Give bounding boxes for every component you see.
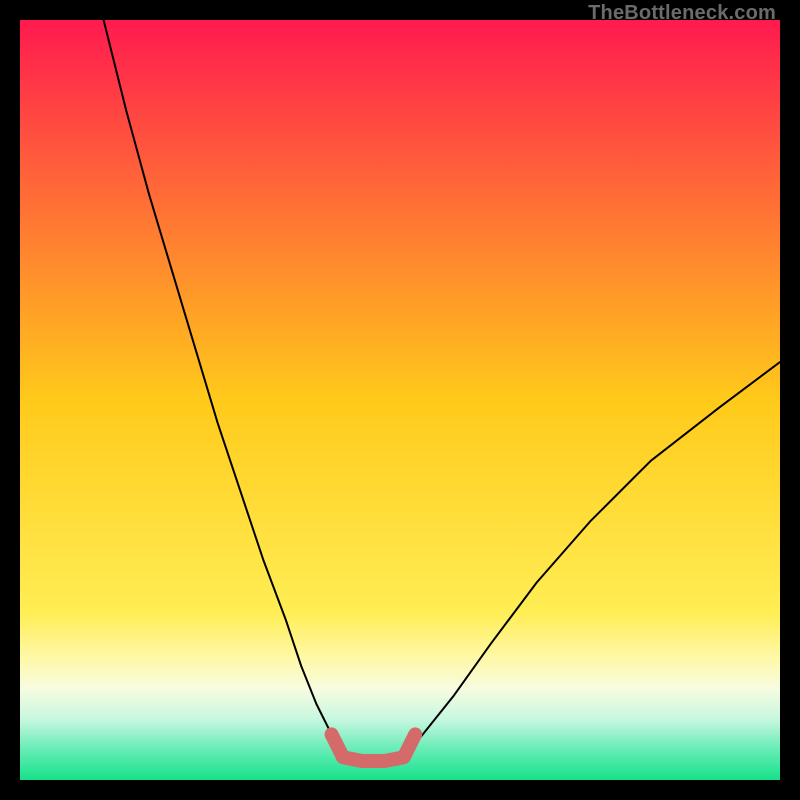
bottleneck-curve	[104, 20, 780, 761]
chart-frame: TheBottleneck.com	[0, 0, 800, 800]
bottom-highlight	[332, 734, 416, 761]
watermark-text: TheBottleneck.com	[588, 2, 776, 25]
curve-layer	[20, 20, 780, 780]
plot-area	[20, 20, 780, 780]
